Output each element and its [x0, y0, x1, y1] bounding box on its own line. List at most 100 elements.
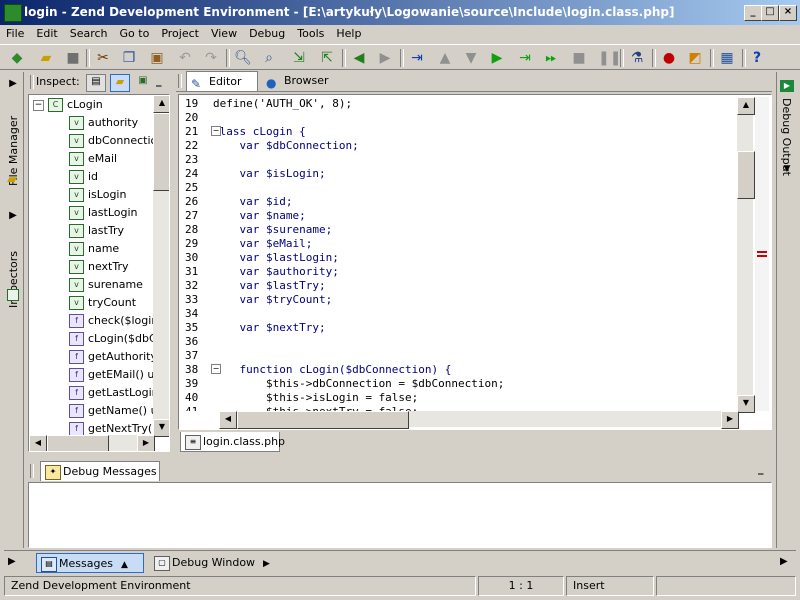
- tree-item[interactable]: v surename: [69, 276, 143, 294]
- editor-horizontal-scrollbar[interactable]: ◀ ▶: [219, 411, 739, 429]
- code-line[interactable]: 28 var $surename;: [185, 223, 332, 237]
- tree-item[interactable]: v nextTry: [69, 258, 129, 276]
- new-project-icon[interactable]: ◆: [8, 49, 26, 67]
- tab-debug-messages[interactable]: ✦ Debug Messages: [40, 461, 160, 481]
- code-line[interactable]: 24 var $isLogin;: [185, 167, 326, 181]
- code-editor[interactable]: 19 define('AUTH_OK', 8); 20 21 class cLogin …: [178, 94, 772, 430]
- tree-item[interactable]: f getName() u: [69, 402, 153, 420]
- collapse-toggle-icon[interactable]: −: [33, 99, 44, 111]
- find-icon[interactable]: 🔍︎: [234, 49, 252, 67]
- maximize-button[interactable]: □: [761, 5, 779, 21]
- breakpoint-icon[interactable]: ●: [660, 49, 678, 67]
- scroll-down-icon[interactable]: ▼: [737, 395, 755, 413]
- fold-toggle-icon[interactable]: −: [211, 126, 221, 136]
- tree-item[interactable]: f getEMail() u: [69, 366, 153, 384]
- code-line[interactable]: 37: [185, 349, 213, 363]
- save-icon[interactable]: ■: [64, 49, 82, 67]
- redo-icon[interactable]: ↷: [202, 49, 220, 67]
- tree-item[interactable]: v lastTry: [69, 222, 124, 240]
- expand-arrow-icon[interactable]: ▼: [780, 164, 794, 174]
- scroll-up-icon[interactable]: ▲: [737, 97, 755, 115]
- fold-toggle-icon[interactable]: −: [211, 364, 221, 374]
- debug-output-tab[interactable]: Debug Output: [780, 98, 793, 198]
- expand-right-icon[interactable]: ▶: [263, 559, 270, 569]
- tree-item[interactable]: f check($login,: [69, 312, 153, 330]
- tree-horizontal-scrollbar[interactable]: ◀ ▶: [29, 435, 155, 451]
- scroll-thumb[interactable]: [237, 411, 409, 429]
- scroll-down-icon[interactable]: ▼: [153, 419, 169, 437]
- tab-browser[interactable]: ● Browser: [262, 71, 342, 91]
- code-line[interactable]: 19 define('AUTH_OK', 8);: [185, 97, 352, 111]
- classes-view-icon[interactable]: ▤: [86, 74, 106, 92]
- undo-icon[interactable]: ↶: [176, 49, 194, 67]
- code-line[interactable]: 40 $this->isLogin = false;: [185, 391, 418, 405]
- menu-goto[interactable]: Go to: [114, 25, 156, 40]
- code-line[interactable]: 32 var $lastTry;: [185, 279, 326, 293]
- code-area[interactable]: 19 define('AUTH_OK', 8); 20 21 class cLogin …: [185, 97, 737, 411]
- expand-arrow-icon[interactable]: ▶: [7, 210, 19, 222]
- collapse-up-icon[interactable]: ▲: [121, 560, 128, 570]
- expand-arrow-icon[interactable]: ▶: [8, 556, 16, 567]
- editor-vertical-scrollbar[interactable]: ▲ ▼: [737, 97, 755, 413]
- tree-item[interactable]: f getLastLogin: [69, 384, 153, 402]
- code-line[interactable]: 30 var $lastLogin;: [185, 251, 339, 265]
- menu-file[interactable]: File: [0, 25, 30, 40]
- tree-item[interactable]: v authority: [69, 114, 138, 132]
- menu-edit[interactable]: Edit: [30, 25, 63, 40]
- scroll-thumb[interactable]: [737, 151, 755, 199]
- step-up-icon[interactable]: ▲: [436, 49, 454, 67]
- menu-project[interactable]: Project: [155, 25, 205, 40]
- scroll-thumb[interactable]: [47, 435, 109, 451]
- scroll-right-icon[interactable]: ▶: [137, 435, 155, 451]
- step-down-icon[interactable]: ▼: [462, 49, 480, 67]
- code-line[interactable]: 31 var $authority;: [185, 265, 339, 279]
- debug-messages-content[interactable]: [28, 482, 772, 548]
- file-view-icon[interactable]: ▰: [110, 74, 130, 92]
- code-line[interactable]: 25: [185, 181, 213, 195]
- step-into-icon[interactable]: ⇥: [408, 49, 426, 67]
- fast-forward-icon[interactable]: ⏩︎: [542, 49, 560, 67]
- tree-item[interactable]: f cLogin($dbCo: [69, 330, 153, 348]
- tree-item[interactable]: v eMail: [69, 150, 117, 168]
- tree-item[interactable]: f getNextTry(): [69, 420, 153, 435]
- project-view-icon[interactable]: ▣: [134, 74, 152, 90]
- minimize-button[interactable]: _: [744, 5, 762, 21]
- goto-line-icon[interactable]: ⇱: [318, 49, 336, 67]
- code-line[interactable]: 22 var $dbConnection;: [185, 139, 359, 153]
- tree-item[interactable]: v id: [69, 168, 98, 186]
- code-line[interactable]: 39 $this->dbConnection = $dbConnection;: [185, 377, 504, 391]
- stop-icon[interactable]: ■: [570, 49, 588, 67]
- expand-arrow-icon[interactable]: ▶: [7, 78, 19, 90]
- minimize-panel-icon[interactable]: _: [156, 74, 166, 88]
- menu-search[interactable]: Search: [64, 25, 114, 40]
- code-line[interactable]: 29 var $eMail;: [185, 237, 312, 251]
- expand-arrow-icon[interactable]: ▶: [780, 556, 788, 567]
- pause-icon[interactable]: ❚❚: [598, 49, 621, 67]
- code-line[interactable]: 35 var $nextTry;: [185, 321, 326, 335]
- tree-item[interactable]: v isLogin: [69, 186, 126, 204]
- scroll-right-icon[interactable]: ▶: [721, 411, 739, 429]
- customize-icon[interactable]: ▦: [718, 49, 736, 67]
- scroll-left-icon[interactable]: ◀: [29, 435, 47, 451]
- run-to-cursor-icon[interactable]: ⇥: [516, 49, 534, 67]
- back-icon[interactable]: ◀: [350, 49, 368, 67]
- help-icon[interactable]: ?: [748, 49, 766, 67]
- scroll-thumb[interactable]: [153, 113, 169, 191]
- copy-icon[interactable]: ❐: [120, 49, 138, 67]
- minimize-panel-icon[interactable]: _: [758, 462, 764, 475]
- tab-messages[interactable]: ▤ Messages ▲: [36, 553, 144, 573]
- find-replace-icon[interactable]: ⌕: [260, 49, 278, 67]
- tab-editor[interactable]: ✎ Editor: [186, 71, 258, 91]
- code-line[interactable]: 20: [185, 111, 213, 125]
- tree-vertical-scrollbar[interactable]: ▲ ▼: [153, 95, 169, 437]
- close-button[interactable]: ×: [779, 5, 797, 21]
- goto-icon[interactable]: ⇲: [290, 49, 308, 67]
- code-line[interactable]: 36: [185, 335, 213, 349]
- menu-tools[interactable]: Tools: [291, 25, 330, 40]
- analyzer-icon[interactable]: ◩: [686, 49, 704, 67]
- tab-debug-window[interactable]: ▢ Debug Window ▶: [150, 553, 272, 573]
- paste-icon[interactable]: ▣: [148, 49, 166, 67]
- error-marker[interactable]: [757, 255, 767, 257]
- error-marker[interactable]: [757, 251, 767, 253]
- debug-output-icon[interactable]: ▶: [780, 80, 794, 92]
